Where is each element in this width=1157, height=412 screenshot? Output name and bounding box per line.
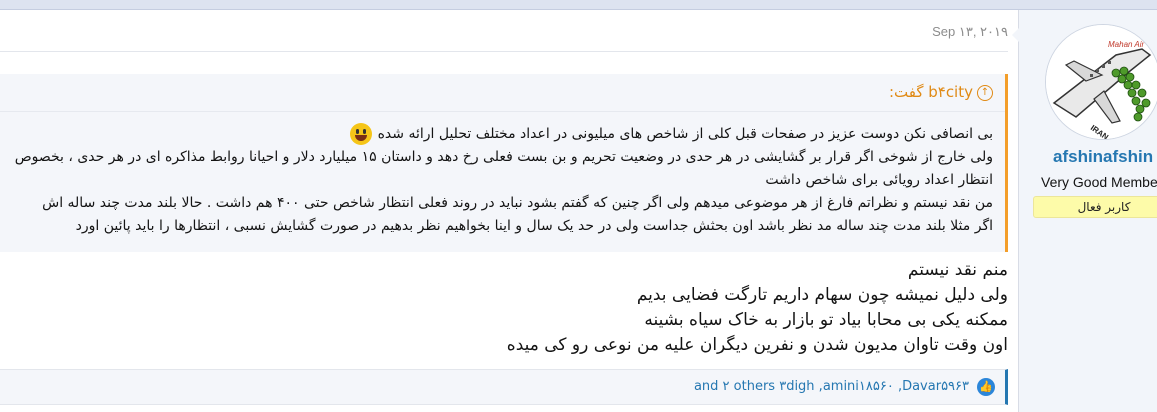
quote-content: بی انصافی نکن دوست عزیز در صفحات قبل کلی…: [0, 123, 993, 238]
quote-line: ولی خارج از شوخی اگر قرار بر گشایشی در ه…: [14, 149, 993, 165]
reactions-bar: 👍 and ۲ others ۳digh ,amini۱۸۵۶۰ ,Davar۵…: [0, 369, 1008, 405]
quote-line: بی انصافی نکن دوست عزیز در صفحات قبل کلی…: [0, 123, 993, 146]
reactions-link[interactable]: and ۲ others ۳digh ,amini۱۸۵۶۰ ,Davar۵۹۶…: [694, 379, 969, 394]
quote-block: ↑b۴city گفت: بی انصافی نکن دوست عزیز در …: [0, 74, 1008, 252]
post-date[interactable]: Sep ۱۳, ۲۰۱۹: [932, 24, 1008, 40]
quote-line: من نقد نیستم و نظراتم فارغ از هر موضوعی …: [42, 195, 993, 211]
grinning-face-icon: [349, 123, 372, 145]
message-line: اون وقت تاوان مدیون شدن و نفرین دیگران ع…: [506, 335, 1008, 355]
user-title: Very Good Member: [1041, 174, 1157, 190]
top-strip: [0, 0, 1157, 10]
message-line: منم نقد نیستم: [907, 260, 1008, 280]
quote-line: انتظار اعداد رویائی برای شاخص داشت: [765, 172, 993, 188]
airplane-avatar-icon: Mahan Air IRAN: [1046, 25, 1157, 139]
panel-arrow: [1012, 28, 1019, 42]
quote-line: اگر مثلا بلند مدت چند ساله مد نظر باشد ا…: [75, 218, 993, 234]
post-main: Sep ۱۳, ۲۰۱۹ ↑b۴city گفت: بی انصافی نکن …: [0, 10, 1019, 412]
arrow-up-icon[interactable]: ↑: [977, 84, 993, 101]
message-line: ممکنه یکی بی محابا بیاد تو بازار به خاک …: [644, 310, 1008, 330]
quote-author-link[interactable]: ↑b۴city گفت:: [889, 83, 993, 101]
quote-header: ↑b۴city گفت:: [0, 74, 1005, 112]
svg-text:Mahan Air: Mahan Air: [1108, 40, 1145, 49]
user-banner: کاربر فعال: [1033, 196, 1157, 218]
like-icon[interactable]: 👍: [977, 378, 995, 396]
username-link[interactable]: afshinafshin: [1053, 147, 1153, 167]
avatar[interactable]: Mahan Air IRAN: [1045, 24, 1157, 140]
divider: [0, 51, 1008, 52]
quote-author-label: b۴city گفت:: [888, 83, 973, 101]
user-panel: Mahan Air IRAN afshinafshin Very Good Me…: [1012, 10, 1157, 412]
post-message: منم نقد نیستم ولی دلیل نمیشه چون سهام دا…: [507, 258, 1008, 358]
message-line: ولی دلیل نمیشه چون سهام داریم تارگت فضای…: [636, 285, 1008, 305]
